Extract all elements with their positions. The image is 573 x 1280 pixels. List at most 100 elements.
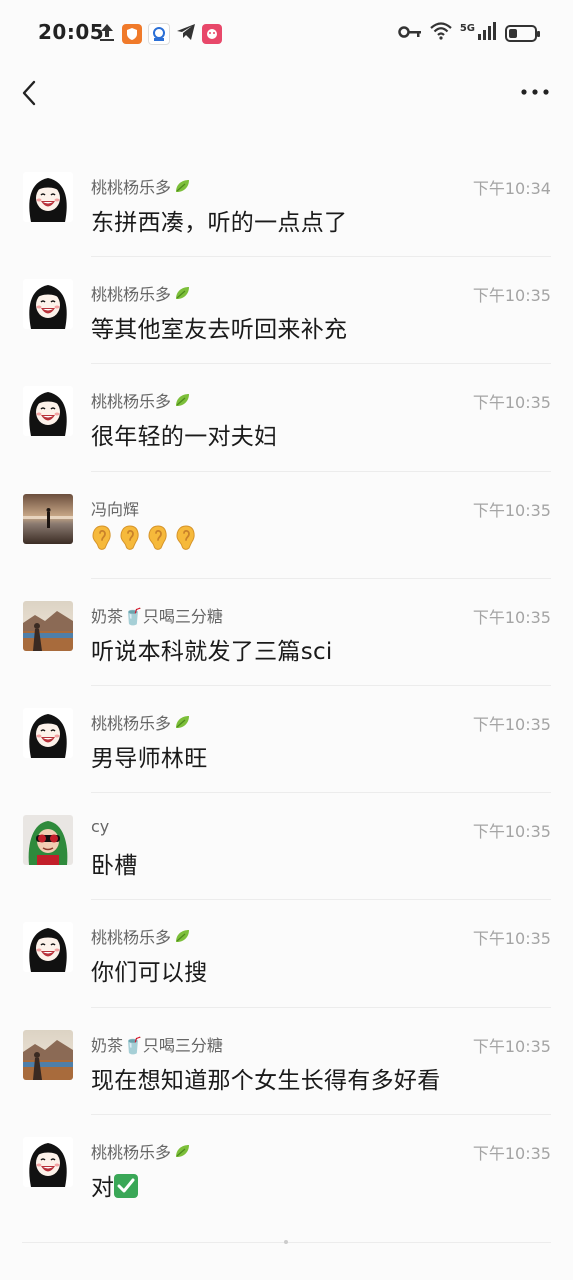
avatar[interactable]	[23, 600, 73, 651]
leaf-icon	[174, 178, 190, 194]
more-dots-icon[interactable]	[519, 84, 551, 100]
signal-icon	[477, 22, 497, 44]
message-text: 对	[91, 1168, 139, 1202]
ear-emoji-icon	[147, 525, 169, 557]
leaf-icon	[174, 392, 190, 408]
avatar[interactable]	[23, 493, 73, 544]
avatar[interactable]	[23, 707, 73, 758]
message-time: 下午10:35	[472, 714, 551, 734]
sender-name-text: 桃桃杨乐多	[91, 713, 172, 733]
message-item[interactable]: 奶茶🥤只喝三分糖 下午10:35 听说本科就发了三篇sci	[0, 579, 573, 686]
message-text-content: 对	[91, 1174, 115, 1201]
top-nav	[0, 64, 573, 124]
battery-level	[509, 28, 517, 38]
sender-name: 桃桃杨乐多	[91, 281, 190, 305]
message-time: 下午10:35	[472, 822, 551, 842]
sender-name: 桃桃杨乐多	[91, 174, 190, 198]
sender-name-text: 桃桃杨乐多	[91, 928, 172, 948]
sender-name: 桃桃杨乐多	[91, 710, 190, 734]
sender-name-text: 奶茶🥤只喝三分糖	[91, 606, 223, 626]
message-text: 很年轻的一对夫妇	[91, 417, 277, 451]
message-list: 桃桃杨乐多 下午10:34 东拼西凑，听的一点点了 桃桃杨乐多 下午10:35 等其他室友…	[0, 150, 573, 1222]
sender-name-text: 桃桃杨乐多	[91, 178, 172, 197]
message-time: 下午10:35	[472, 607, 551, 627]
message-item[interactable]: 冯向辉 下午10:35	[0, 472, 573, 579]
message-item[interactable]: 桃桃杨乐多 下午10:35 很年轻的一对夫妇	[0, 364, 573, 472]
message-text: 等其他室友去听回来补充	[91, 310, 347, 344]
message-item[interactable]: 桃桃杨乐多 下午10:35 你们可以搜	[0, 900, 573, 1008]
message-time: 下午10:34	[472, 179, 551, 198]
avatar[interactable]	[23, 279, 73, 330]
message-item[interactable]: 桃桃杨乐多 下午10:35 男导师林旺	[0, 686, 573, 794]
avatar[interactable]	[23, 815, 73, 866]
avatar[interactable]	[23, 922, 73, 973]
message-text	[91, 525, 203, 557]
back-chevron-icon[interactable]	[16, 78, 44, 108]
message-text: 听说本科就发了三篇sci	[91, 632, 333, 666]
leaf-icon	[174, 714, 190, 730]
key-icon	[398, 24, 422, 43]
message-item[interactable]: 桃桃杨乐多 下午10:35 等其他室友去听回来补充	[0, 257, 573, 365]
sender-name: 桃桃杨乐多	[91, 388, 190, 412]
check-mark-icon	[114, 1173, 139, 1198]
message-time: 下午10:35	[472, 929, 551, 949]
message-text: 现在想知道那个女生长得有多好看	[91, 1061, 441, 1095]
sender-name-text: cy	[91, 817, 110, 837]
message-time: 下午10:35	[472, 1143, 551, 1163]
message-time: 下午10:35	[472, 1036, 551, 1056]
message-time: 下午10:35	[472, 286, 551, 306]
status-bar: 20:05 5G	[0, 0, 573, 64]
message-item[interactable]: cy 下午10:35 卧槽	[0, 793, 573, 901]
leaf-icon	[174, 928, 190, 944]
message-text: 东拼西凑，听的一点点了	[91, 203, 347, 237]
upload-icon	[98, 22, 116, 46]
ear-emoji-icon	[91, 525, 113, 557]
sender-name: 冯向辉	[91, 496, 139, 520]
avatar[interactable]	[23, 386, 73, 437]
message-text: 男导师林旺	[91, 739, 208, 773]
message-item[interactable]: 桃桃杨乐多 下午10:34 东拼西凑，听的一点点了	[0, 150, 573, 258]
sender-name-text: 冯向辉	[91, 499, 140, 519]
sender-name: 桃桃杨乐多	[91, 924, 190, 948]
shield-app-icon	[122, 24, 142, 44]
message-time: 下午10:35	[472, 393, 551, 413]
game-app-icon	[202, 24, 222, 44]
message-text-content: 卧槽	[91, 853, 138, 880]
system-icons: 5G	[398, 22, 540, 44]
wifi-icon	[430, 22, 452, 44]
sender-name-text: 奶茶🥤只喝三分糖	[91, 1035, 223, 1055]
sender-name-text: 桃桃杨乐多	[91, 392, 172, 412]
message-text-content: 现在想知道那个女生长得有多好看	[91, 1067, 441, 1094]
ear-emoji-icon	[119, 525, 141, 557]
message-text-content: 东拼西凑，听的一点点了	[91, 210, 348, 236]
avatar[interactable]	[23, 172, 73, 222]
sender-name: 奶茶🥤只喝三分糖	[91, 1032, 223, 1056]
sender-name: 奶茶🥤只喝三分糖	[91, 603, 223, 627]
message-text-content: 很年轻的一对夫妇	[91, 424, 278, 451]
ear-emoji-icon	[175, 525, 197, 557]
message-text: 卧槽	[91, 846, 138, 880]
sender-name: 桃桃杨乐多	[91, 1139, 190, 1163]
avatar[interactable]	[23, 1136, 73, 1187]
message-text-content: 你们可以搜	[91, 960, 208, 987]
notification-icons	[98, 22, 222, 46]
leaf-icon	[174, 1143, 190, 1159]
message-item[interactable]: 桃桃杨乐多 下午10:35 对	[0, 1115, 573, 1222]
message-text: 你们可以搜	[91, 953, 208, 987]
load-more-indicator	[284, 1240, 288, 1244]
sender-name-text: 桃桃杨乐多	[91, 1142, 172, 1162]
status-time: 20:05	[38, 20, 105, 44]
message-text-content: 等其他室友去听回来补充	[91, 317, 348, 344]
battery-icon	[505, 24, 540, 42]
message-item[interactable]: 奶茶🥤只喝三分糖 下午10:35 现在想知道那个女生长得有多好看	[0, 1008, 573, 1115]
sender-name-text: 桃桃杨乐多	[91, 285, 172, 305]
bank-app-icon	[148, 23, 170, 45]
network-type: 5G	[459, 22, 475, 34]
avatar[interactable]	[23, 1029, 73, 1080]
telegram-icon	[176, 23, 196, 45]
sender-name: cy	[91, 817, 109, 836]
message-text-content: 男导师林旺	[91, 745, 208, 772]
leaf-icon	[174, 285, 190, 301]
message-time: 下午10:35	[472, 500, 551, 520]
message-text-content: 听说本科就发了三篇sci	[91, 638, 333, 665]
